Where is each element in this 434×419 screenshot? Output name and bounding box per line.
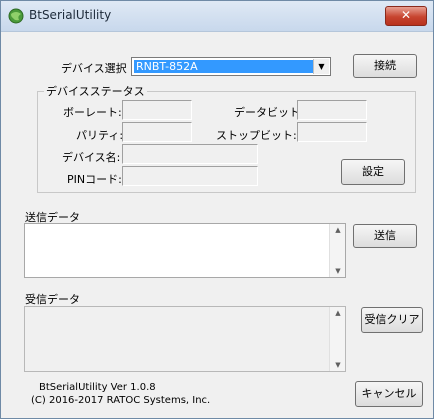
version-text: BtSerialUtility Ver 1.0.8 bbox=[39, 382, 156, 393]
device-status-legend: デバイスステータス bbox=[46, 85, 145, 98]
send-button-label: 送信 bbox=[374, 229, 396, 242]
receive-scrollbar[interactable]: ▲ ▼ bbox=[329, 307, 345, 371]
title-bar: BtSerialUtility ✕ bbox=[1, 1, 433, 32]
close-icon: ✕ bbox=[400, 8, 412, 22]
settings-button-label: 設定 bbox=[362, 165, 384, 178]
devicename-field bbox=[122, 144, 258, 164]
device-dropdown-value: RNBT-852A bbox=[134, 60, 316, 73]
chevron-down-icon[interactable]: ▼ bbox=[313, 59, 329, 74]
device-dropdown[interactable]: RNBT-852A ▼ bbox=[131, 57, 331, 76]
connect-button-label: 接続 bbox=[374, 59, 396, 72]
cancel-button-label: キャンセル bbox=[361, 387, 417, 400]
app-icon bbox=[8, 8, 24, 24]
stopbits-field bbox=[297, 122, 367, 142]
receive-data-label: 受信データ bbox=[25, 293, 80, 306]
receive-clear-button-label: 受信クリア bbox=[364, 313, 420, 326]
receive-clear-button[interactable]: 受信クリア bbox=[361, 307, 423, 333]
pincode-label: PINコード: bbox=[67, 173, 122, 186]
receive-data-textarea[interactable]: ▲ ▼ bbox=[24, 306, 346, 372]
send-data-textarea[interactable]: ▲ ▼ bbox=[24, 223, 346, 278]
copyright-text: (C) 2016-2017 RATOC Systems, Inc. bbox=[31, 395, 211, 406]
close-button[interactable]: ✕ bbox=[385, 6, 427, 26]
scroll-up-icon[interactable]: ▲ bbox=[330, 226, 346, 234]
devicename-label: デバイス名: bbox=[62, 151, 121, 164]
main-window: BtSerialUtility ✕ デバイス選択 RNBT-852A ▼ 接続 … bbox=[0, 0, 434, 419]
scroll-down-icon[interactable]: ▼ bbox=[330, 267, 346, 275]
databits-field bbox=[297, 100, 367, 120]
send-scrollbar[interactable]: ▲ ▼ bbox=[329, 224, 345, 277]
scroll-up-icon[interactable]: ▲ bbox=[330, 309, 346, 317]
pincode-field bbox=[122, 166, 258, 186]
send-button[interactable]: 送信 bbox=[353, 224, 417, 248]
parity-field bbox=[122, 122, 192, 142]
cancel-button[interactable]: キャンセル bbox=[355, 381, 423, 407]
device-select-label: デバイス選択 bbox=[61, 62, 127, 75]
baudrate-label: ボーレート: bbox=[63, 106, 122, 119]
connect-button[interactable]: 接続 bbox=[353, 54, 417, 78]
databits-label: データビット: bbox=[234, 106, 304, 119]
baudrate-field bbox=[122, 100, 192, 120]
scroll-down-icon[interactable]: ▼ bbox=[330, 361, 346, 369]
parity-label: パリティ: bbox=[76, 129, 124, 142]
stopbits-label: ストップビット: bbox=[216, 129, 297, 142]
window-title: BtSerialUtility bbox=[29, 8, 112, 22]
settings-button[interactable]: 設定 bbox=[341, 159, 405, 185]
